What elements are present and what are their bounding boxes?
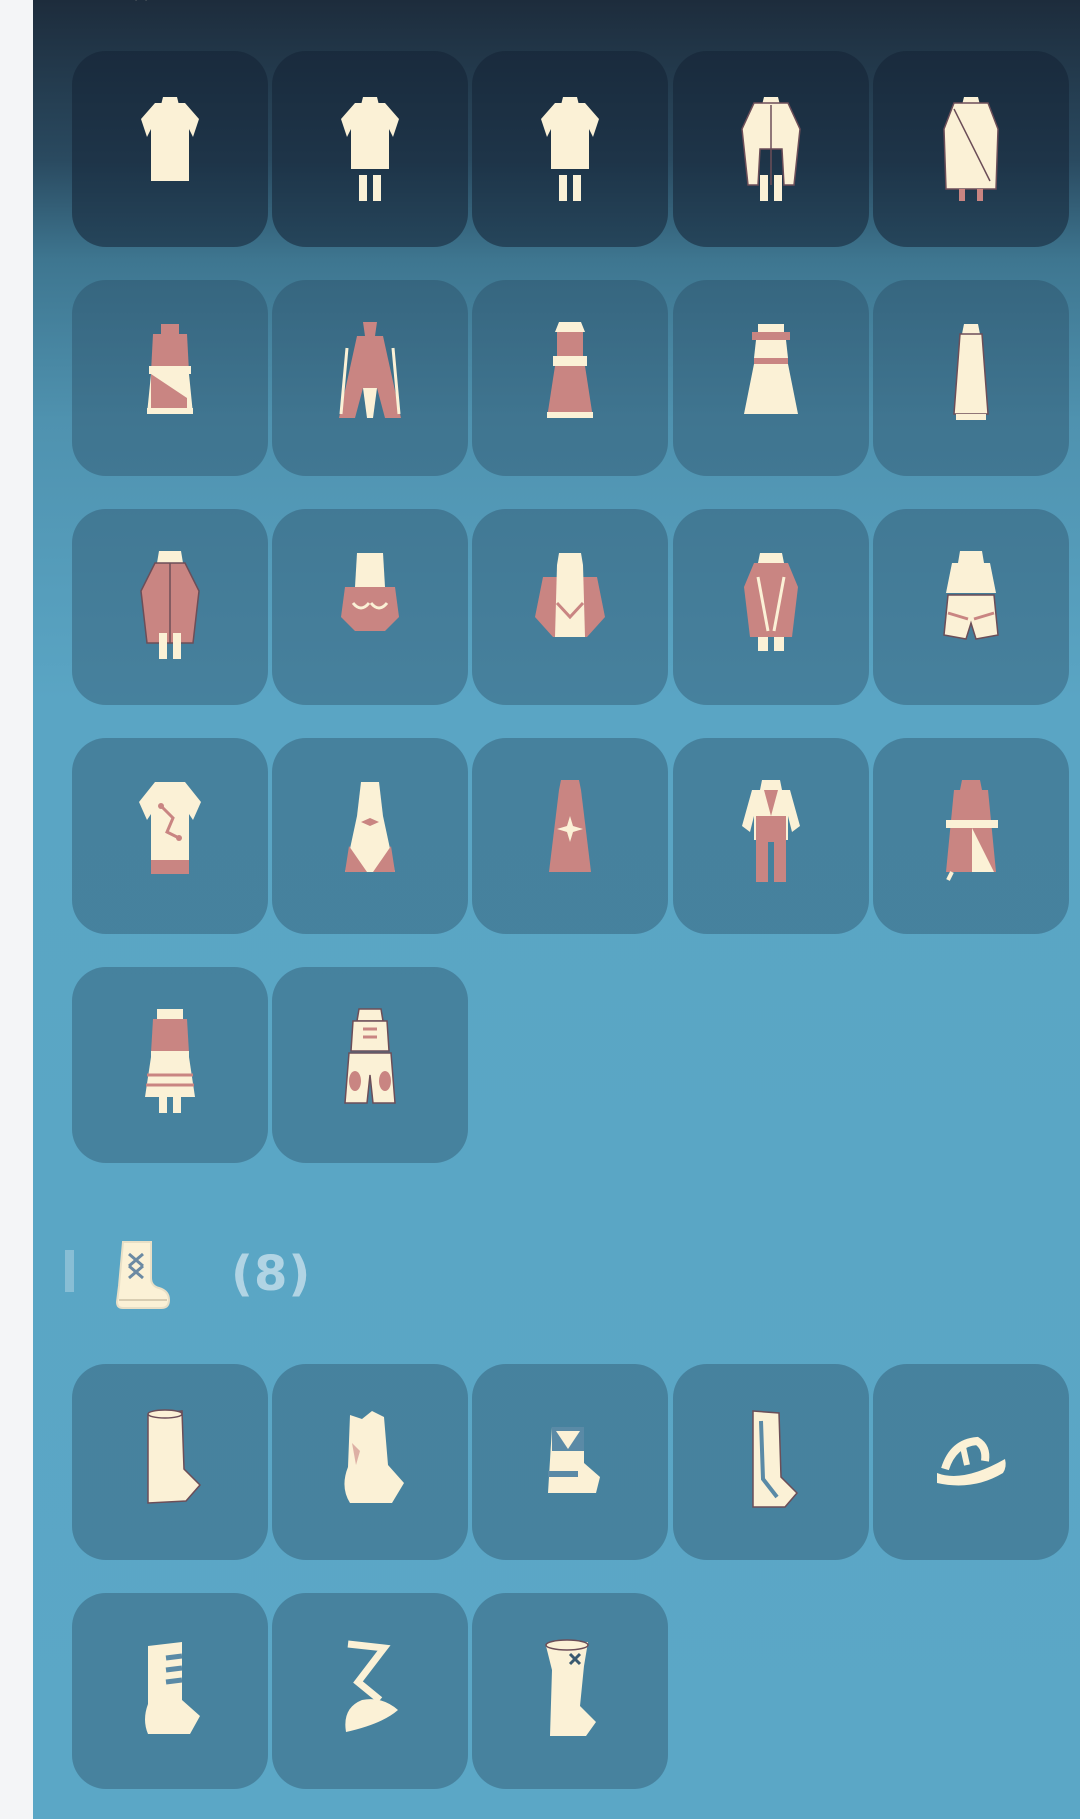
shoe-tile[interactable]	[873, 1364, 1069, 1560]
strapped-boot-icon	[145, 1642, 200, 1734]
ornate-outfit-icon	[344, 1008, 396, 1104]
sash-robe-icon	[946, 780, 998, 881]
outfit-tile[interactable]	[472, 509, 668, 705]
sandal-icon	[937, 1436, 1006, 1486]
outfit-tile[interactable]	[673, 509, 869, 705]
tunic-icon	[141, 97, 199, 181]
scroll-top-marker-icon	[135, 0, 147, 1]
outfit-tile[interactable]	[72, 280, 268, 476]
frilled-dress-icon	[744, 324, 798, 414]
outfit-tile[interactable]	[673, 280, 869, 476]
simple-dress-icon	[953, 324, 989, 420]
shoe-tile[interactable]	[72, 1593, 268, 1789]
apron-dress-icon	[145, 1009, 195, 1113]
wrapped-outfit-icon	[147, 324, 193, 414]
tunic-pants-icon	[541, 97, 599, 201]
outfit-tile[interactable]	[272, 51, 468, 247]
outfit-tile[interactable]	[873, 738, 1069, 934]
shoe-tile[interactable]	[472, 1364, 668, 1560]
tall-outlined-boot-icon	[752, 1410, 799, 1508]
section-bar	[65, 1250, 74, 1292]
outfit-tile[interactable]	[472, 280, 668, 476]
outfit-tile[interactable]	[72, 51, 268, 247]
dress-icon	[547, 322, 593, 418]
wardrobe-panel: (8)	[33, 0, 1080, 1819]
outfit-tile[interactable]	[873, 509, 1069, 705]
buckled-boot-icon	[545, 1639, 596, 1736]
shoe-tile[interactable]	[472, 1593, 668, 1789]
outfit-tile[interactable]	[873, 280, 1069, 476]
bow-dress-icon	[345, 782, 395, 872]
puffed-outfit-icon	[341, 553, 399, 631]
rose-coat-icon	[140, 551, 200, 659]
shoe-tile[interactable]	[673, 1364, 869, 1560]
long-coat-icon	[741, 97, 801, 201]
star-shirt-icon	[139, 782, 201, 874]
flowing-robe-icon	[339, 322, 401, 418]
shoes-count: (8)	[231, 1246, 312, 1302]
boot-icon	[115, 1241, 171, 1309]
tunic-pants-icon	[341, 97, 399, 201]
shoe-tile[interactable]	[72, 1364, 268, 1560]
outfit-tile[interactable]	[873, 51, 1069, 247]
outfit-tile[interactable]	[272, 967, 468, 1163]
outfit-tile[interactable]	[72, 509, 268, 705]
sparkle-gown-icon	[549, 780, 591, 872]
shoe-tile[interactable]	[272, 1593, 468, 1789]
outfit-tile[interactable]	[472, 51, 668, 247]
patterned-coat-icon	[744, 553, 798, 651]
outfit-tile[interactable]	[272, 509, 468, 705]
robe-icon	[943, 97, 999, 201]
shoe-tile[interactable]	[272, 1364, 468, 1560]
shoes-section-header: (8)	[65, 1236, 365, 1309]
ribbon-slipper-icon	[345, 1640, 398, 1732]
outfit-tile[interactable]	[673, 738, 869, 934]
short-boot-icon	[548, 1427, 600, 1493]
outfit-tile[interactable]	[673, 51, 869, 247]
crumpled-boot-icon	[344, 1411, 404, 1503]
outfit-tile[interactable]	[72, 738, 268, 934]
harem-outfit-icon	[943, 551, 999, 640]
outfit-tile[interactable]	[472, 738, 668, 934]
outfit-tile[interactable]	[272, 738, 468, 934]
outfit-tile[interactable]	[272, 280, 468, 476]
suit-icon	[742, 780, 800, 882]
outfit-tile[interactable]	[72, 967, 268, 1163]
tall-boot-icon	[147, 1409, 202, 1504]
cape-outfit-icon	[535, 553, 605, 637]
